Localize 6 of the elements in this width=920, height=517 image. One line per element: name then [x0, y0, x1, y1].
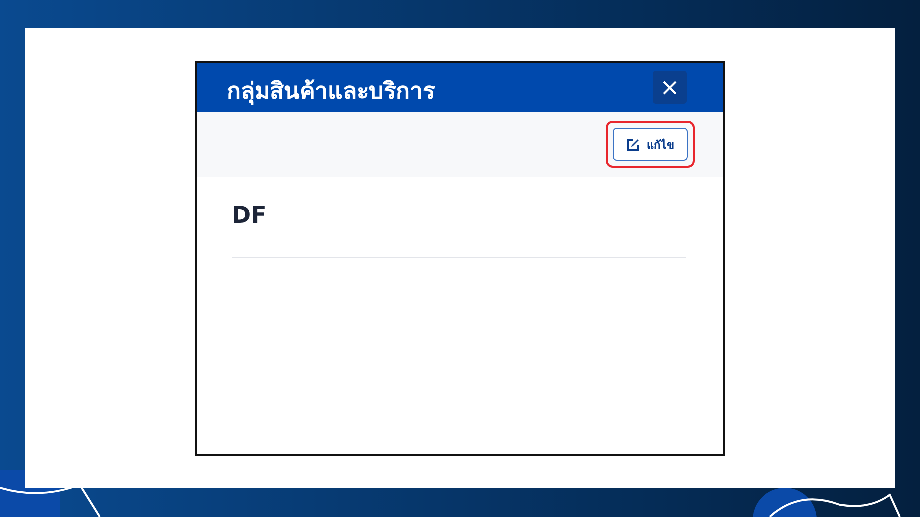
close-button[interactable]	[653, 71, 687, 104]
dialog-title: กลุ่มสินค้าและบริการ	[227, 78, 435, 108]
edit-icon	[626, 138, 640, 152]
edit-button[interactable]: แก้ไข	[613, 128, 688, 161]
item-name: DF	[232, 203, 686, 258]
close-icon	[663, 80, 677, 94]
